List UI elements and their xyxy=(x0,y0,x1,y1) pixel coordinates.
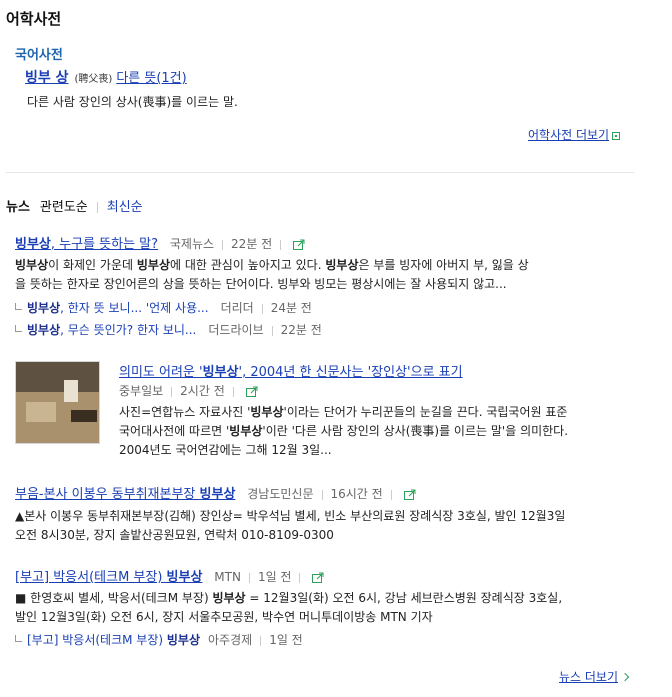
news-source[interactable]: MTN xyxy=(214,570,241,584)
meta-divider xyxy=(299,572,301,583)
share-icon[interactable] xyxy=(293,239,306,250)
meta-divider xyxy=(260,635,262,646)
related-article-3[interactable]: [부고] 박응서(테크M 부장) 빙부상 아주경제 1일 전 xyxy=(15,631,303,648)
related-source[interactable]: 더리더 xyxy=(221,301,254,315)
news-tab-label: 뉴스 xyxy=(6,200,30,215)
related-source[interactable]: 더드라이브 xyxy=(208,323,263,337)
related-article-2[interactable]: 빙부상, 무슨 뜻인가? 한자 보니... 더드라이브 22분 전 xyxy=(15,321,322,338)
reply-arrow-icon xyxy=(15,303,22,310)
reply-arrow-icon xyxy=(15,325,22,332)
share-icon[interactable] xyxy=(403,489,417,500)
related-source[interactable]: 아주경제 xyxy=(208,633,252,647)
news-time: 2시간 전 xyxy=(180,384,225,398)
meta-divider xyxy=(248,572,250,583)
news-time: 1일 전 xyxy=(257,570,292,584)
news-source[interactable]: 중부일보 xyxy=(119,384,163,398)
korean-dictionary-subtitle[interactable]: 국어사전 xyxy=(15,44,63,63)
news-time: 22분 전 xyxy=(231,237,273,251)
reply-arrow-icon xyxy=(15,635,22,642)
news-tabs: 뉴스 관련도순 최신순 xyxy=(6,196,143,215)
meta-divider xyxy=(271,325,273,336)
dictionary-section-title: 어학사전 xyxy=(6,10,62,28)
news-item-2-snippet: 사진=연합뉴스 자료사진 '빙부상'이라는 단어가 누리꾼들의 눈길을 끈다. … xyxy=(119,405,569,457)
related-time: 1일 전 xyxy=(269,633,303,647)
meta-divider xyxy=(321,489,323,500)
related-article-1[interactable]: 빙부상, 한자 뜻 보니... '언제 사용... 더리더 24분 전 xyxy=(15,299,312,316)
meta-divider xyxy=(222,239,224,250)
news-source[interactable]: 국제뉴스 xyxy=(170,237,214,251)
dictionary-more-label[interactable]: 어학사전 더보기 xyxy=(528,128,609,142)
news-item-2-header: 의미도 어려운 '빙부상', 2004년 한 신문사는 '장인상'으로 표기 xyxy=(119,361,463,380)
meta-divider xyxy=(280,239,282,250)
news-item-4-snippet: ■ 한영호씨 별세, 박응서(테크M 부장) 빙부상 = 12월3일(화) 오전… xyxy=(15,591,563,624)
section-divider xyxy=(6,172,634,173)
dictionary-entry: 빙부 상 (聘父喪) 다른 뜻(1건) xyxy=(25,67,187,87)
meta-divider xyxy=(171,386,173,397)
share-icon[interactable] xyxy=(245,386,259,397)
news-more-link[interactable]: 뉴스 더보기 xyxy=(559,668,630,685)
other-meanings-link[interactable]: 다른 뜻(1건) xyxy=(116,71,186,86)
dictionary-hanja: (聘父喪) xyxy=(74,74,113,85)
news-item-4-header: [부고] 박응서(테크M 부장) 빙부상 MTN 1일 전 xyxy=(15,566,325,585)
share-icon[interactable] xyxy=(312,572,325,583)
title-keyword: 빙부상 xyxy=(15,237,51,252)
news-source[interactable]: 경남도민신문 xyxy=(247,487,313,501)
meta-divider xyxy=(390,489,392,500)
news-item-1-snippet: 빙부상이 화제인 가운데 빙부상에 대한 관심이 높아지고 있다. 빙부상은 부… xyxy=(15,258,529,291)
news-item-3-snippet: ▲본사 이봉우 동부취재본부장(김해) 장인상= 박우석님 별세, 빈소 부산의… xyxy=(15,509,566,542)
thumbnail-image xyxy=(16,362,99,443)
tab-relevance[interactable]: 관련도순 xyxy=(40,200,88,215)
tab-latest[interactable]: 최신순 xyxy=(107,200,143,215)
news-item-3-header: 부음-본사 이봉우 동부취재본부장 빙부상 경남도민신문 16시간 전 xyxy=(15,483,417,502)
dictionary-definition: 다른 사람 장인의 상사(喪事)를 이르는 말. xyxy=(27,95,238,109)
news-item-2-meta: 중부일보 2시간 전 xyxy=(119,382,259,399)
related-title[interactable]: [부고] 박응서(테크M 부장) 빙부상 xyxy=(27,633,200,647)
tab-divider xyxy=(96,202,98,213)
more-box-icon xyxy=(612,131,621,140)
title-text: , 누구를 뜻하는 말? xyxy=(50,237,159,252)
news-more-label[interactable]: 뉴스 더보기 xyxy=(559,670,618,684)
related-title[interactable]: 빙부상, 무슨 뜻인가? 한자 보니... xyxy=(27,323,196,337)
news-item-1-title[interactable]: 빙부상, 누구를 뜻하는 말? xyxy=(15,237,158,252)
related-time: 22분 전 xyxy=(280,323,322,337)
related-title[interactable]: 빙부상, 한자 뜻 보니... '언제 사용... xyxy=(27,301,209,315)
meta-divider xyxy=(232,386,234,397)
news-item-1-header: 빙부상, 누구를 뜻하는 말? 국제뉴스 22분 전 xyxy=(15,233,306,252)
news-item-4-title[interactable]: [부고] 박응서(테크M 부장) 빙부상 xyxy=(15,570,202,585)
related-time: 24분 전 xyxy=(270,301,312,315)
chevron-right-icon xyxy=(620,672,630,682)
news-time: 16시간 전 xyxy=(330,487,383,501)
news-thumbnail[interactable] xyxy=(15,361,100,444)
news-item-2-title[interactable]: 의미도 어려운 '빙부상', 2004년 한 신문사는 '장인상'으로 표기 xyxy=(119,365,463,380)
dictionary-word-link[interactable]: 빙부 상 xyxy=(25,70,69,86)
dictionary-more-link[interactable]: 어학사전 더보기 xyxy=(528,126,621,143)
meta-divider xyxy=(261,303,263,314)
news-item-3-title[interactable]: 부음-본사 이봉우 동부취재본부장 빙부상 xyxy=(15,487,235,502)
